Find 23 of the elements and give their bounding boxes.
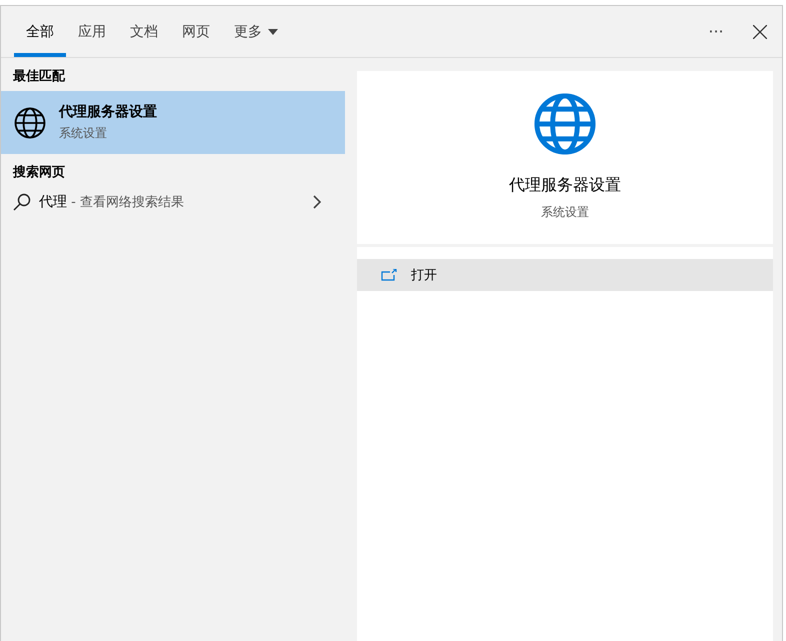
tab[interactable]: 文档 bbox=[118, 10, 170, 57]
section-heading: 最佳匹配 bbox=[12, 68, 66, 86]
more-button[interactable]: ··· bbox=[694, 6, 738, 57]
open-window-icon bbox=[381, 269, 397, 281]
tab[interactable]: 应用 bbox=[66, 10, 118, 57]
globe-icon bbox=[13, 106, 47, 140]
search-icon bbox=[13, 193, 31, 211]
result-title: 代理服务器设置 bbox=[59, 103, 157, 121]
detail-title: 代理服务器设置 bbox=[509, 175, 621, 196]
result-item[interactable]: 代理服务器设置 系统设置 bbox=[1, 91, 345, 154]
caret-icon bbox=[268, 28, 278, 34]
open-action[interactable]: 打开 bbox=[357, 259, 773, 291]
tab[interactable]: 全部 bbox=[14, 10, 66, 57]
chevron-icon bbox=[313, 195, 321, 209]
detail-subtitle: 系统设置 bbox=[541, 204, 589, 221]
web-search-item[interactable]: 代理 - 查看网络搜索结果 bbox=[1, 187, 345, 217]
result-subtitle: 系统设置 bbox=[59, 125, 108, 142]
globe-icon bbox=[532, 91, 598, 157]
search-query: 代理 - 查看网络搜索结果 bbox=[39, 193, 184, 211]
tab[interactable]: 网页 bbox=[170, 10, 222, 57]
tab[interactable]: 更多 bbox=[222, 10, 290, 57]
close-icon bbox=[753, 24, 767, 38]
section-heading: 搜索网页 bbox=[12, 164, 66, 182]
